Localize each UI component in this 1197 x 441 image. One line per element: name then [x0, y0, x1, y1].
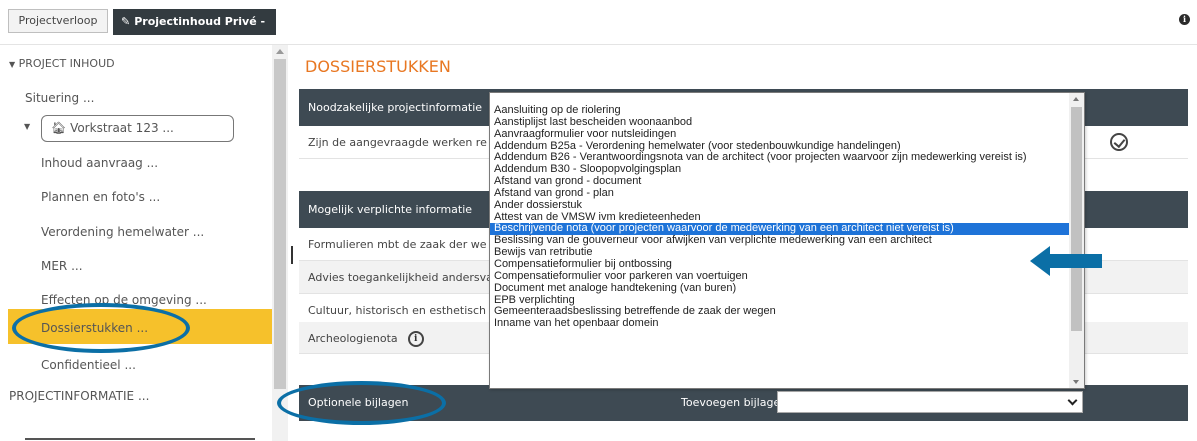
pencil-icon: ✎ — [121, 15, 131, 28]
sidebar-item-vorkstraat-label: Vorkstraat 123 ... — [70, 121, 174, 135]
dropdown-options: Aansluiting op de riolering Aanstiplijst … — [490, 105, 1070, 330]
sidebar-item-mer[interactable]: MER ... — [41, 259, 83, 273]
text-cursor — [291, 246, 293, 264]
sidebar-section-title: PROJECT INHOUD — [18, 57, 115, 70]
dropdown-option[interactable]: Inname van het openbaar domein — [490, 318, 1070, 330]
dropdown-option[interactable]: Beslissing van de gouverneur voor afwijk… — [490, 235, 1070, 247]
dropdown-option[interactable]: Aanvraagformulier voor nutsleidingen — [490, 129, 1070, 141]
add-attachments-select[interactable] — [777, 391, 1083, 413]
dropdown-scroll-thumb[interactable] — [1071, 107, 1082, 331]
triangle-down-icon[interactable]: ▼ — [24, 122, 30, 131]
row-label: Advies toegankelijkheid andersva — [308, 271, 493, 284]
dropdown-option[interactable]: Document met analoge handtekening (van b… — [490, 283, 1070, 295]
triangle-down-icon: ▼ — [9, 60, 16, 69]
dropdown-option[interactable]: Afstand van grond - document — [490, 176, 1070, 188]
sidebar-scroll-thumb[interactable] — [274, 59, 286, 389]
annotation-circle-optionele-bijlagen — [277, 381, 446, 425]
sidebar-scrollbar[interactable] — [272, 45, 288, 441]
dropdown-option[interactable]: Bewijs van retributie — [490, 247, 1070, 259]
sidebar-item-hemelwater[interactable]: Verordening hemelwater ... — [41, 225, 204, 239]
sidebar-item-inhoud-aanvraag[interactable]: Inhoud aanvraag ... — [41, 156, 158, 170]
dropdown-option[interactable]: Gemeenteraadsbeslissing betreffende de z… — [490, 306, 1070, 318]
panel-mogelijk-title: Mogelijk verplichte informatie — [308, 203, 473, 216]
dropdown-option[interactable]: Afstand van grond - plan — [490, 188, 1070, 200]
annotation-circle-dossierstukken — [12, 303, 190, 353]
sidebar: ▼ PROJECT INHOUD Situering ... ▼ 🏠︎ Vork… — [0, 45, 272, 441]
sidebar-divider — [25, 438, 255, 440]
check-circle-icon — [1110, 133, 1128, 151]
sidebar-item-plannen[interactable]: Plannen en foto's ... — [41, 190, 160, 204]
dropdown-option[interactable]: Compensatieformulier voor parkeren van v… — [490, 271, 1070, 283]
info-circle-icon[interactable]: i — [407, 331, 424, 347]
row-label: Formulieren mbt de zaak der we — [308, 238, 487, 251]
sidebar-item-confidentieel[interactable]: Confidentieel ... — [41, 358, 136, 372]
dropdown-option[interactable]: Aanstiplijst last bescheiden woonaanbod — [490, 117, 1070, 129]
info-icon[interactable]: i — [1179, 14, 1190, 25]
home-icon: 🏠︎ — [51, 121, 67, 135]
sidebar-section-project-inhoud[interactable]: ▼ PROJECT INHOUD — [9, 57, 115, 70]
tab-bar: Projectverloop ✎Projectinhoud Privé - V1… — [0, 0, 1197, 54]
sidebar-item-vorkstraat[interactable]: 🏠︎ Vorkstraat 123 ... — [51, 121, 174, 135]
dropdown-option[interactable]: Ander dossierstuk — [490, 200, 1070, 212]
add-attachments-label: Toevoegen bijlagen: — [681, 396, 791, 409]
sidebar-item-projectinformatie[interactable]: PROJECTINFORMATIE ... — [9, 389, 149, 403]
chevron-down-icon — [1067, 395, 1078, 406]
dropdown-option[interactable]: Compensatieformulier bij ontbossing — [490, 259, 1070, 271]
scroll-up-arrow-icon[interactable] — [276, 49, 284, 54]
tab-projectverloop[interactable]: Projectverloop — [8, 9, 108, 33]
dropdown-option[interactable]: Attest van de VMSW ivm kredieteenheden — [490, 212, 1070, 224]
row-label: Zijn de aangevraagde werken re — [308, 136, 487, 149]
dropdown-option[interactable]: Addendum B25a - Verordening hemelwater (… — [490, 141, 1070, 153]
dropdown-scrollbar[interactable] — [1069, 93, 1084, 388]
dropdown-option[interactable]: Addendum B30 - Sloopopvolgingsplan — [490, 164, 1070, 176]
scroll-up-arrow-icon[interactable] — [1073, 97, 1079, 101]
dropdown-option[interactable]: Beschrijvende nota (voor projecten waarv… — [490, 223, 1070, 236]
annotation-arrow-icon — [1030, 246, 1102, 276]
attachments-dropdown-list[interactable]: Aansluiting op de riolering Aanstiplijst … — [489, 92, 1085, 389]
panel-noodzakelijke-title: Noodzakelijke projectinformatie — [308, 101, 483, 114]
sidebar-item-situering[interactable]: Situering ... — [25, 91, 94, 105]
dropdown-option[interactable]: EPB verplichting — [490, 295, 1070, 307]
scroll-down-arrow-icon[interactable] — [1073, 380, 1079, 384]
page-title: DOSSIERSTUKKEN — [305, 57, 451, 76]
row-label: Archeologienota — [308, 332, 398, 345]
tab-projectinhoud[interactable]: ✎Projectinhoud Privé - V1 — [113, 9, 276, 54]
dropdown-option[interactable]: Addendum B26 - Verantwoordingsnota van d… — [490, 152, 1070, 164]
row-label: Cultuur, historisch en esthetisch — [308, 304, 487, 317]
dropdown-option[interactable]: Aansluiting op de riolering — [490, 105, 1070, 117]
